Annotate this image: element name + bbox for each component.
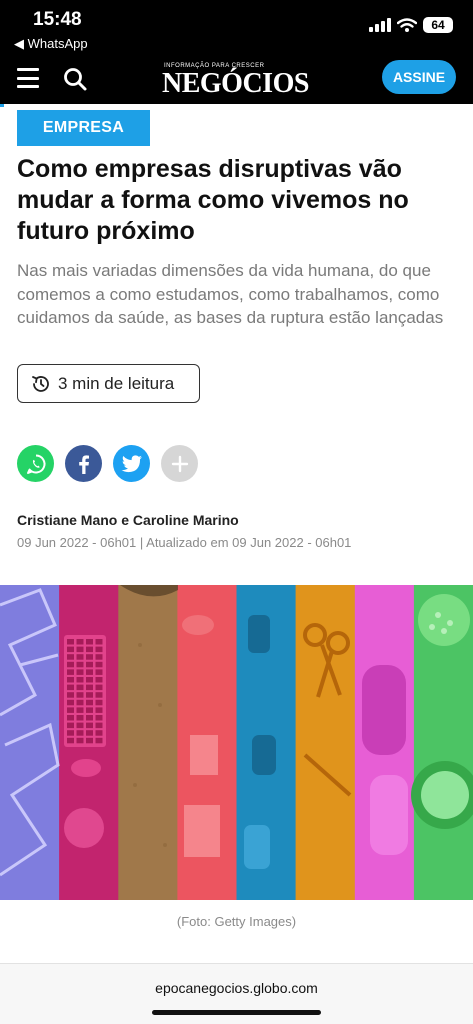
battery-indicator: 64 — [423, 17, 453, 33]
keyboard-key — [95, 684, 103, 691]
keyboard-key — [86, 699, 93, 706]
keyboard-key — [67, 661, 74, 668]
keyboard-key — [76, 730, 84, 736]
read-time-label: 3 min de leitura — [58, 373, 175, 393]
hamburger-menu-icon[interactable] — [17, 68, 39, 88]
plus-icon — [171, 455, 188, 472]
facebook-share-button[interactable] — [65, 445, 102, 482]
keyboard-key — [86, 715, 93, 721]
keyboard-key — [76, 707, 84, 713]
keyboard-key — [86, 730, 93, 736]
url-text[interactable]: epocanegocios.globo.com — [0, 980, 473, 996]
wifi-icon — [397, 18, 417, 32]
keyboard-key — [67, 707, 74, 713]
status-time: 15:48 — [33, 9, 82, 30]
article-headline: Como empresas disruptivas vão mudar a fo… — [17, 155, 409, 245]
keyboard-key — [86, 661, 93, 668]
keyboard-key — [86, 677, 93, 683]
home-indicator — [152, 1010, 321, 1015]
category-tag[interactable]: EMPRESA — [17, 110, 150, 146]
keyboard-key — [86, 639, 93, 645]
keyboard-key — [95, 654, 103, 660]
keyboard-key — [86, 707, 93, 713]
keyboard-key — [76, 654, 84, 660]
facebook-icon — [78, 454, 89, 474]
keyboard-key — [67, 737, 74, 744]
keyboard-key — [86, 692, 93, 698]
keyboard-key — [86, 654, 93, 660]
keyboard-key — [76, 722, 84, 729]
keyboard-key — [76, 669, 84, 675]
keyboard-key — [76, 692, 84, 698]
keyboard-key — [86, 737, 93, 744]
keyboard-key — [95, 639, 103, 645]
search-icon[interactable] — [62, 66, 88, 92]
article-authors[interactable]: Cristiane Mano e Caroline Marino — [17, 512, 239, 528]
image-caption: (Foto: Getty Images) — [176, 914, 297, 929]
more-share-button[interactable] — [161, 445, 198, 482]
keyboard-key — [76, 715, 84, 721]
keyboard-key — [86, 722, 93, 729]
keyboard-key — [76, 699, 84, 706]
keyboard-key — [76, 661, 84, 668]
status-bar: 15:48 ◀ WhatsApp 64 — [0, 0, 473, 54]
browser-url-bar[interactable]: epocanegocios.globo.com — [0, 963, 473, 1024]
keyboard-key — [95, 699, 103, 706]
keyboard-key — [95, 677, 103, 683]
keyboard-key — [67, 699, 74, 706]
keyboard-key — [67, 654, 74, 660]
keyboard-key — [95, 707, 103, 713]
keyboard-key — [86, 684, 93, 691]
image-strip — [118, 585, 178, 900]
keyboard-key — [95, 669, 103, 675]
keyboard-key — [76, 639, 84, 645]
article-dates: 09 Jun 2022 - 06h01 | Atualizado em 09 J… — [17, 535, 352, 550]
twitter-share-button[interactable] — [113, 445, 150, 482]
keyboard-key — [86, 646, 93, 653]
keyboard-key — [76, 737, 84, 744]
whatsapp-icon — [26, 454, 45, 474]
keyboard-key — [95, 715, 103, 721]
keyboard-key — [95, 646, 103, 653]
keyboard-key — [76, 684, 84, 691]
keyboard-key — [67, 715, 74, 721]
keyboard-key — [67, 692, 74, 698]
keyboard-key — [67, 677, 74, 683]
article-subheadline: Nas mais variadas dimensões da vida huma… — [17, 261, 444, 327]
keyboard-illustration — [64, 635, 106, 848]
share-buttons — [17, 445, 198, 482]
keyboard-key — [95, 737, 103, 744]
keyboard-key — [95, 661, 103, 668]
logo-wordmark: NEGÓCIOS — [162, 68, 309, 99]
whatsapp-share-button[interactable] — [17, 445, 54, 482]
keyboard-key — [67, 722, 74, 729]
keyboard-key — [86, 669, 93, 675]
keyboard-key — [95, 730, 103, 736]
status-icons: 64 — [369, 17, 453, 33]
keyboard-key — [67, 730, 74, 736]
keyboard-key — [67, 684, 74, 691]
site-logo[interactable]: INFORMAÇÃO PARA CRESCER NEGÓCIOS — [156, 62, 316, 99]
hero-image — [0, 585, 473, 900]
keyboard-key — [67, 669, 74, 675]
signal-icon — [369, 18, 391, 32]
keyboard-key — [67, 646, 74, 653]
keyboard-key — [76, 646, 84, 653]
twitter-icon — [121, 454, 142, 472]
keyboard-key — [67, 639, 74, 645]
read-time-badge: 3 min de leitura — [17, 364, 200, 403]
site-header: INFORMAÇÃO PARA CRESCER NEGÓCIOS ASSINE — [0, 54, 473, 104]
keyboard-key — [76, 677, 84, 683]
header-accent — [0, 104, 4, 107]
keyboard-key — [95, 722, 103, 729]
subscribe-button[interactable]: ASSINE — [382, 60, 456, 94]
keyboard-key — [95, 692, 103, 698]
back-to-app-link[interactable]: ◀ WhatsApp — [14, 36, 88, 52]
clock-history-icon — [32, 375, 49, 392]
